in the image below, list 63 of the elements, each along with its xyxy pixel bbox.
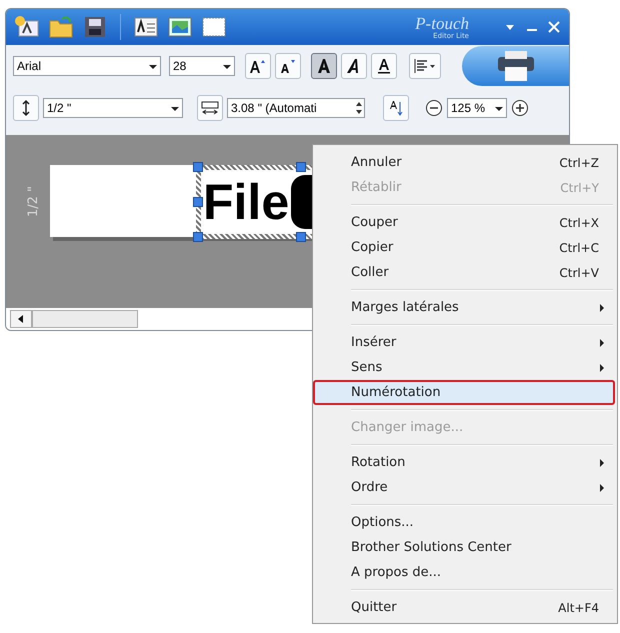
menu-item[interactable]: Brother Solutions Center — [313, 535, 615, 560]
text-style-button[interactable] — [311, 53, 337, 79]
shortcut-text: Alt+F4 — [558, 600, 599, 614]
length-button[interactable] — [197, 95, 223, 121]
shrink-font-button[interactable] — [275, 53, 301, 79]
menu-item[interactable]: Rotation — [313, 450, 615, 475]
save-icon[interactable] — [82, 15, 108, 39]
text-icon[interactable] — [133, 15, 159, 39]
text-style-button[interactable] — [371, 53, 397, 79]
scrollbar-thumb[interactable] — [32, 310, 138, 328]
zoom-dropdown[interactable]: 125 % — [447, 98, 507, 118]
menu-item[interactable]: Marges latérales — [313, 295, 615, 320]
menu-item[interactable]: Insérer — [313, 330, 615, 355]
resize-handle[interactable] — [193, 162, 203, 172]
frame-icon[interactable] — [201, 15, 227, 39]
shortcut-text: Ctrl+Y — [560, 180, 599, 194]
menu-item[interactable]: Couper Ctrl+X — [313, 210, 615, 235]
menu-item[interactable]: Quitter Alt+F4 — [313, 595, 615, 620]
image-icon[interactable] — [167, 15, 193, 39]
label-text: File — [203, 175, 290, 229]
menu-item[interactable]: Ordre — [313, 475, 615, 500]
resize-handle[interactable] — [296, 232, 306, 242]
print-button[interactable] — [462, 46, 569, 86]
vertical-text-button[interactable] — [383, 95, 409, 121]
zoom-out-icon[interactable] — [425, 99, 443, 117]
printer-icon — [496, 51, 536, 81]
shortcut-text: Ctrl+C — [559, 240, 599, 254]
font-dropdown[interactable]: Arial — [13, 56, 161, 76]
left-arrow-icon — [18, 315, 24, 323]
shortcut-text: Ctrl+X — [559, 216, 599, 230]
menu-item[interactable]: A propos de... — [313, 560, 615, 585]
bold-a-icon — [316, 58, 332, 74]
grow-font-button[interactable] — [245, 53, 271, 79]
tape-width-button[interactable] — [13, 95, 39, 121]
shortcut-text: Ctrl+V — [559, 266, 599, 280]
menu-item[interactable]: Annuler Ctrl+Z — [313, 150, 615, 175]
new-label-icon[interactable] — [14, 15, 40, 39]
width-arrows-icon — [201, 100, 219, 116]
size-dropdown[interactable]: 28 — [169, 56, 235, 76]
align-icon — [413, 58, 437, 74]
logo-text: P-touch — [415, 14, 469, 32]
menu-item[interactable]: Coller Ctrl+V — [313, 260, 615, 285]
scroll-left-button[interactable] — [10, 310, 32, 328]
close-icon[interactable] — [547, 20, 561, 34]
menu-item[interactable]: Numérotation — [313, 380, 615, 405]
menu-item[interactable]: Copier Ctrl+C — [313, 235, 615, 260]
vertical-text-icon — [388, 99, 404, 117]
length-spinner[interactable]: 3.08 " (Automati — [227, 98, 365, 118]
font-grow-icon — [249, 58, 267, 74]
resize-handle[interactable] — [193, 232, 203, 242]
tape-width-label: 1/2 " — [26, 185, 42, 217]
folder-icon[interactable] — [48, 15, 74, 39]
zoom-in-icon[interactable] — [511, 99, 529, 117]
align-button[interactable] — [409, 53, 441, 79]
text-style-button[interactable] — [341, 53, 367, 79]
underlined-a-icon — [376, 58, 392, 74]
menu-item[interactable]: Options... — [313, 510, 615, 535]
menu-item[interactable]: Sens — [313, 355, 615, 380]
font-shrink-icon — [279, 58, 297, 74]
tape-width-dropdown[interactable]: 1/2 " — [43, 98, 183, 118]
resize-handle[interactable] — [193, 197, 203, 207]
resize-handle[interactable] — [296, 162, 306, 172]
shortcut-text: Ctrl+Z — [559, 156, 599, 170]
